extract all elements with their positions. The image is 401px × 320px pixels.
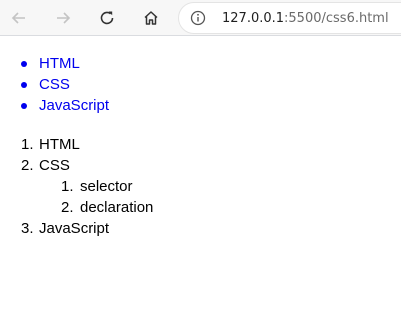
- browser-toolbar: 127.0.0.1:5500/css6.html: [0, 0, 401, 36]
- address-bar[interactable]: 127.0.0.1:5500/css6.html: [178, 2, 401, 34]
- list-number: 1.: [21, 136, 34, 153]
- list-item-label: CSS: [39, 157, 70, 174]
- back-button[interactable]: [5, 4, 33, 32]
- bullet-marker: [21, 61, 27, 67]
- back-arrow-icon: [11, 12, 25, 24]
- bullet-marker: [21, 103, 27, 109]
- list-number: 2.: [21, 157, 34, 174]
- forward-button[interactable]: [49, 4, 77, 32]
- list-item-label: JavaScript: [39, 220, 110, 237]
- page-content: HTML CSS JavaScript 1. HTML 2. CSS 1. se…: [0, 36, 401, 320]
- list-item-label: selector: [80, 178, 133, 195]
- url-text: 127.0.0.1:5500/css6.html: [222, 11, 389, 26]
- url-host: 127.0.0.1: [222, 10, 285, 26]
- url-path: :5500/css6.html: [284, 10, 389, 26]
- home-icon: [144, 11, 158, 25]
- list-number: 2.: [61, 199, 74, 216]
- reload-icon: [100, 11, 114, 25]
- list-item-label: declaration: [80, 199, 154, 216]
- reload-button[interactable]: [93, 4, 121, 32]
- info-icon[interactable]: [190, 9, 208, 27]
- link-css[interactable]: CSS: [39, 74, 70, 95]
- list-item-label: HTML: [39, 136, 80, 153]
- link-javascript[interactable]: JavaScript: [39, 95, 109, 116]
- list-number: 1.: [61, 178, 74, 195]
- forward-arrow-icon: [57, 12, 71, 24]
- list-number: 3.: [21, 220, 34, 237]
- link-html[interactable]: HTML: [39, 53, 80, 74]
- home-button[interactable]: [137, 4, 165, 32]
- bullet-marker: [21, 82, 27, 88]
